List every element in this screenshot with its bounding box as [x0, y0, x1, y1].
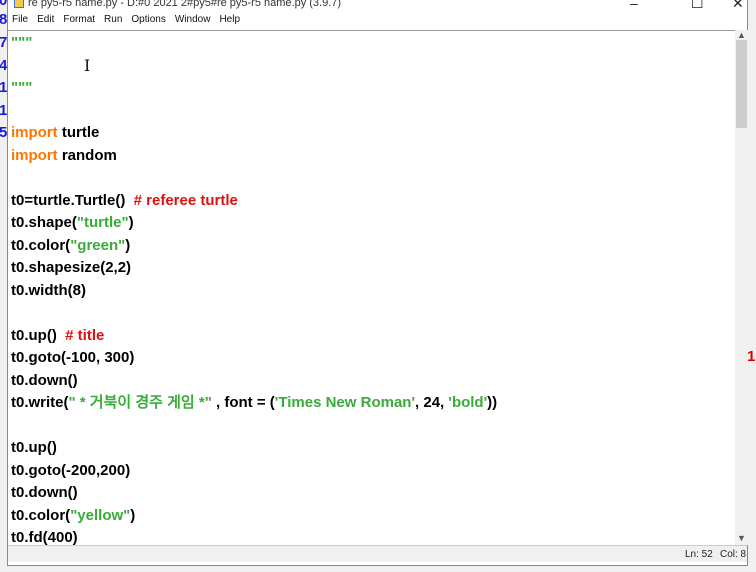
scroll-down-icon[interactable]: ▼ — [737, 533, 746, 543]
code-line[interactable]: import turtle — [11, 122, 497, 145]
string-token: "yellow" — [70, 506, 131, 524]
code-line[interactable]: t0.write(" * 거북이 경주 게임 *" , font = ('Tim… — [11, 392, 497, 415]
code-editor[interactable]: """ """ import turtle import random t0=tu… — [8, 30, 735, 546]
code-token: t0.up() — [11, 439, 57, 456]
code-text[interactable]: """ """ import turtle import random t0=tu… — [11, 32, 497, 546]
code-line[interactable]: t0.goto(-200,200) — [11, 460, 497, 483]
comment-token: # referee turtle — [133, 191, 238, 209]
close-button[interactable]: ✕ — [732, 0, 744, 12]
code-line[interactable]: t0.shape("turtle") — [11, 212, 497, 235]
code-token: t0.write( — [11, 394, 69, 411]
code-line[interactable]: t0.color("green") — [11, 235, 497, 258]
code-token: t0.goto(-200,200) — [11, 461, 131, 479]
code-line[interactable] — [11, 100, 497, 123]
code-token: t0.up() — [11, 326, 66, 344]
code-token: ) — [125, 236, 131, 254]
scroll-up-icon[interactable]: ▲ — [737, 30, 746, 40]
string-token: 'Times New Roman' — [274, 394, 416, 411]
vertical-scrollbar[interactable]: ▲ ▼ — [735, 30, 748, 545]
window-title: re py5-r5 name.py - D:#0 2021 2#py5#re p… — [28, 0, 342, 9]
menu-window[interactable]: Window — [171, 13, 216, 29]
menu-help[interactable]: Help — [215, 13, 245, 29]
code-line[interactable]: t0=turtle.Turtle() # referee turtle — [11, 190, 497, 213]
status-bar: Ln: 52 Col: 8 — [8, 545, 747, 562]
code-line[interactable]: t0.up() # title — [11, 325, 497, 348]
menu-bar: File Edit Format Run Options Window Help — [8, 13, 747, 29]
string-token: """ — [11, 79, 33, 96]
code-token: t0.goto(-100, 300) — [11, 349, 135, 366]
code-line[interactable]: t0.fd(400) — [11, 527, 497, 546]
code-line[interactable]: """ — [11, 77, 497, 100]
string-token: "green" — [70, 236, 126, 254]
code-line[interactable] — [11, 302, 497, 325]
string-token: " * 거북이 경주 게임 *" — [68, 394, 212, 411]
code-line[interactable]: """ — [11, 32, 497, 55]
code-token: turtle — [57, 124, 100, 141]
code-token: t0.color( — [11, 236, 71, 254]
code-token: t0=turtle.Turtle() — [11, 191, 134, 209]
column-number: Col: 8 — [720, 549, 747, 560]
code-line[interactable] — [11, 415, 497, 438]
code-token: )) — [487, 394, 498, 411]
keyword-token: import — [11, 124, 58, 141]
line-number: Ln: 52 — [685, 549, 713, 560]
string-token: "turtle" — [76, 214, 129, 231]
code-token: , font = ( — [211, 394, 275, 411]
menu-format[interactable]: Format — [59, 13, 100, 29]
keyword-token: import — [11, 146, 58, 164]
code-line[interactable]: t0.color("yellow") — [11, 505, 497, 528]
code-line[interactable]: t0.up() — [11, 437, 497, 460]
code-line[interactable] — [11, 167, 497, 190]
title-bar[interactable]: re py5-r5 name.py - D:#0 2021 2#py5#re p… — [8, 0, 747, 13]
python-file-icon — [14, 0, 24, 8]
menu-edit[interactable]: Edit — [33, 13, 59, 29]
code-token: ) — [130, 506, 136, 524]
code-line[interactable]: t0.width(8) — [11, 280, 497, 303]
code-line[interactable]: import random — [11, 145, 497, 168]
code-token: random — [57, 146, 117, 164]
code-line[interactable]: t0.shapesize(2,2) — [11, 257, 497, 280]
background-digit: 1 — [747, 348, 756, 365]
code-line[interactable]: t0.down() — [11, 370, 497, 393]
idle-editor-window: re py5-r5 name.py - D:#0 2021 2#py5#re p… — [7, 0, 748, 566]
maximize-button[interactable]: ☐ — [691, 0, 704, 12]
code-token: t0.shapesize(2,2) — [11, 259, 132, 276]
scrollbar-thumb[interactable] — [736, 40, 747, 128]
code-line[interactable]: t0.down() — [11, 482, 497, 505]
code-token: ) — [128, 214, 134, 231]
code-token: , 24, — [415, 394, 449, 411]
code-token: t0.shape( — [11, 214, 77, 231]
menu-file[interactable]: File — [8, 13, 33, 29]
code-line[interactable]: t0.goto(-100, 300) — [11, 347, 497, 370]
comment-token: # title — [65, 326, 105, 344]
code-token: t0.width(8) — [11, 281, 86, 299]
text-cursor-icon: I — [84, 56, 91, 75]
menu-run[interactable]: Run — [100, 13, 127, 29]
minimize-button[interactable]: – — [630, 0, 638, 11]
code-token: t0.color( — [11, 506, 71, 524]
code-token: t0.fd(400) — [11, 529, 78, 546]
code-token: t0.down() — [11, 484, 78, 501]
string-token: 'bold' — [448, 394, 488, 411]
menu-options[interactable]: Options — [127, 13, 170, 29]
string-token: """ — [11, 34, 33, 51]
code-token: t0.down() — [11, 371, 78, 389]
